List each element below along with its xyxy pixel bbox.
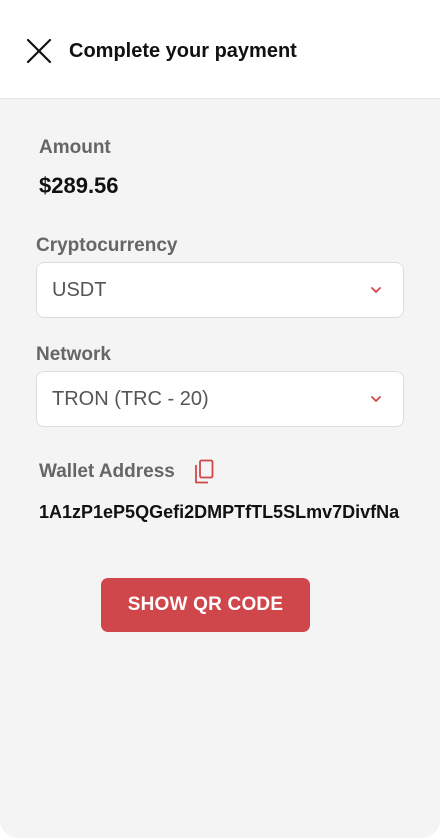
close-button[interactable] [22,34,56,68]
network-select[interactable]: TRON (TRC - 20) [36,371,404,427]
chevron-down-icon [371,287,381,293]
payment-screen: Complete your payment Amount $289.56 Cry… [0,0,440,838]
wallet-address-value: 1A1zP1eP5QGefi2DMPTfTL5SLmv7DivfNa [39,502,400,522]
page-title: Complete your payment [69,40,297,62]
network-label: Network [36,344,111,365]
copy-icon[interactable] [193,459,215,485]
show-qr-code-button[interactable]: SHOW QR CODE [101,578,310,632]
cryptocurrency-select[interactable]: USDT [36,262,404,318]
amount-value: $289.56 [39,173,119,198]
wallet-address-label: Wallet Address [39,461,175,482]
close-icon[interactable] [24,36,54,66]
header-bar: Complete your payment [0,0,440,99]
amount-label: Amount [39,137,111,158]
network-select-value: TRON (TRC - 20) [52,388,209,410]
cryptocurrency-label: Cryptocurrency [36,235,178,256]
cryptocurrency-select-value: USDT [52,279,107,301]
chevron-down-icon [371,396,381,402]
